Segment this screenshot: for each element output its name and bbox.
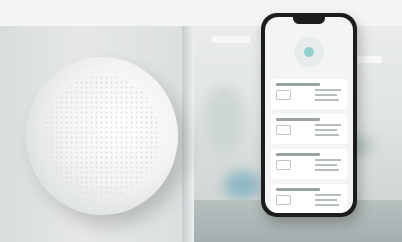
blurred-figure	[204, 86, 244, 156]
reading-card	[271, 184, 347, 213]
status-light	[89, 207, 93, 210]
product-photo	[0, 0, 402, 242]
reading-card	[271, 114, 347, 144]
air-quality-sensor	[26, 57, 178, 215]
wall-corner	[182, 26, 194, 242]
notch	[293, 17, 325, 24]
ceiling-light	[212, 36, 250, 43]
status-dot	[304, 47, 314, 57]
speaker-grille	[44, 75, 160, 197]
reading-card	[271, 79, 347, 109]
smartphone	[261, 13, 357, 217]
blurred-person	[224, 171, 260, 199]
reading-card	[271, 149, 347, 179]
phone-screen	[265, 17, 353, 213]
